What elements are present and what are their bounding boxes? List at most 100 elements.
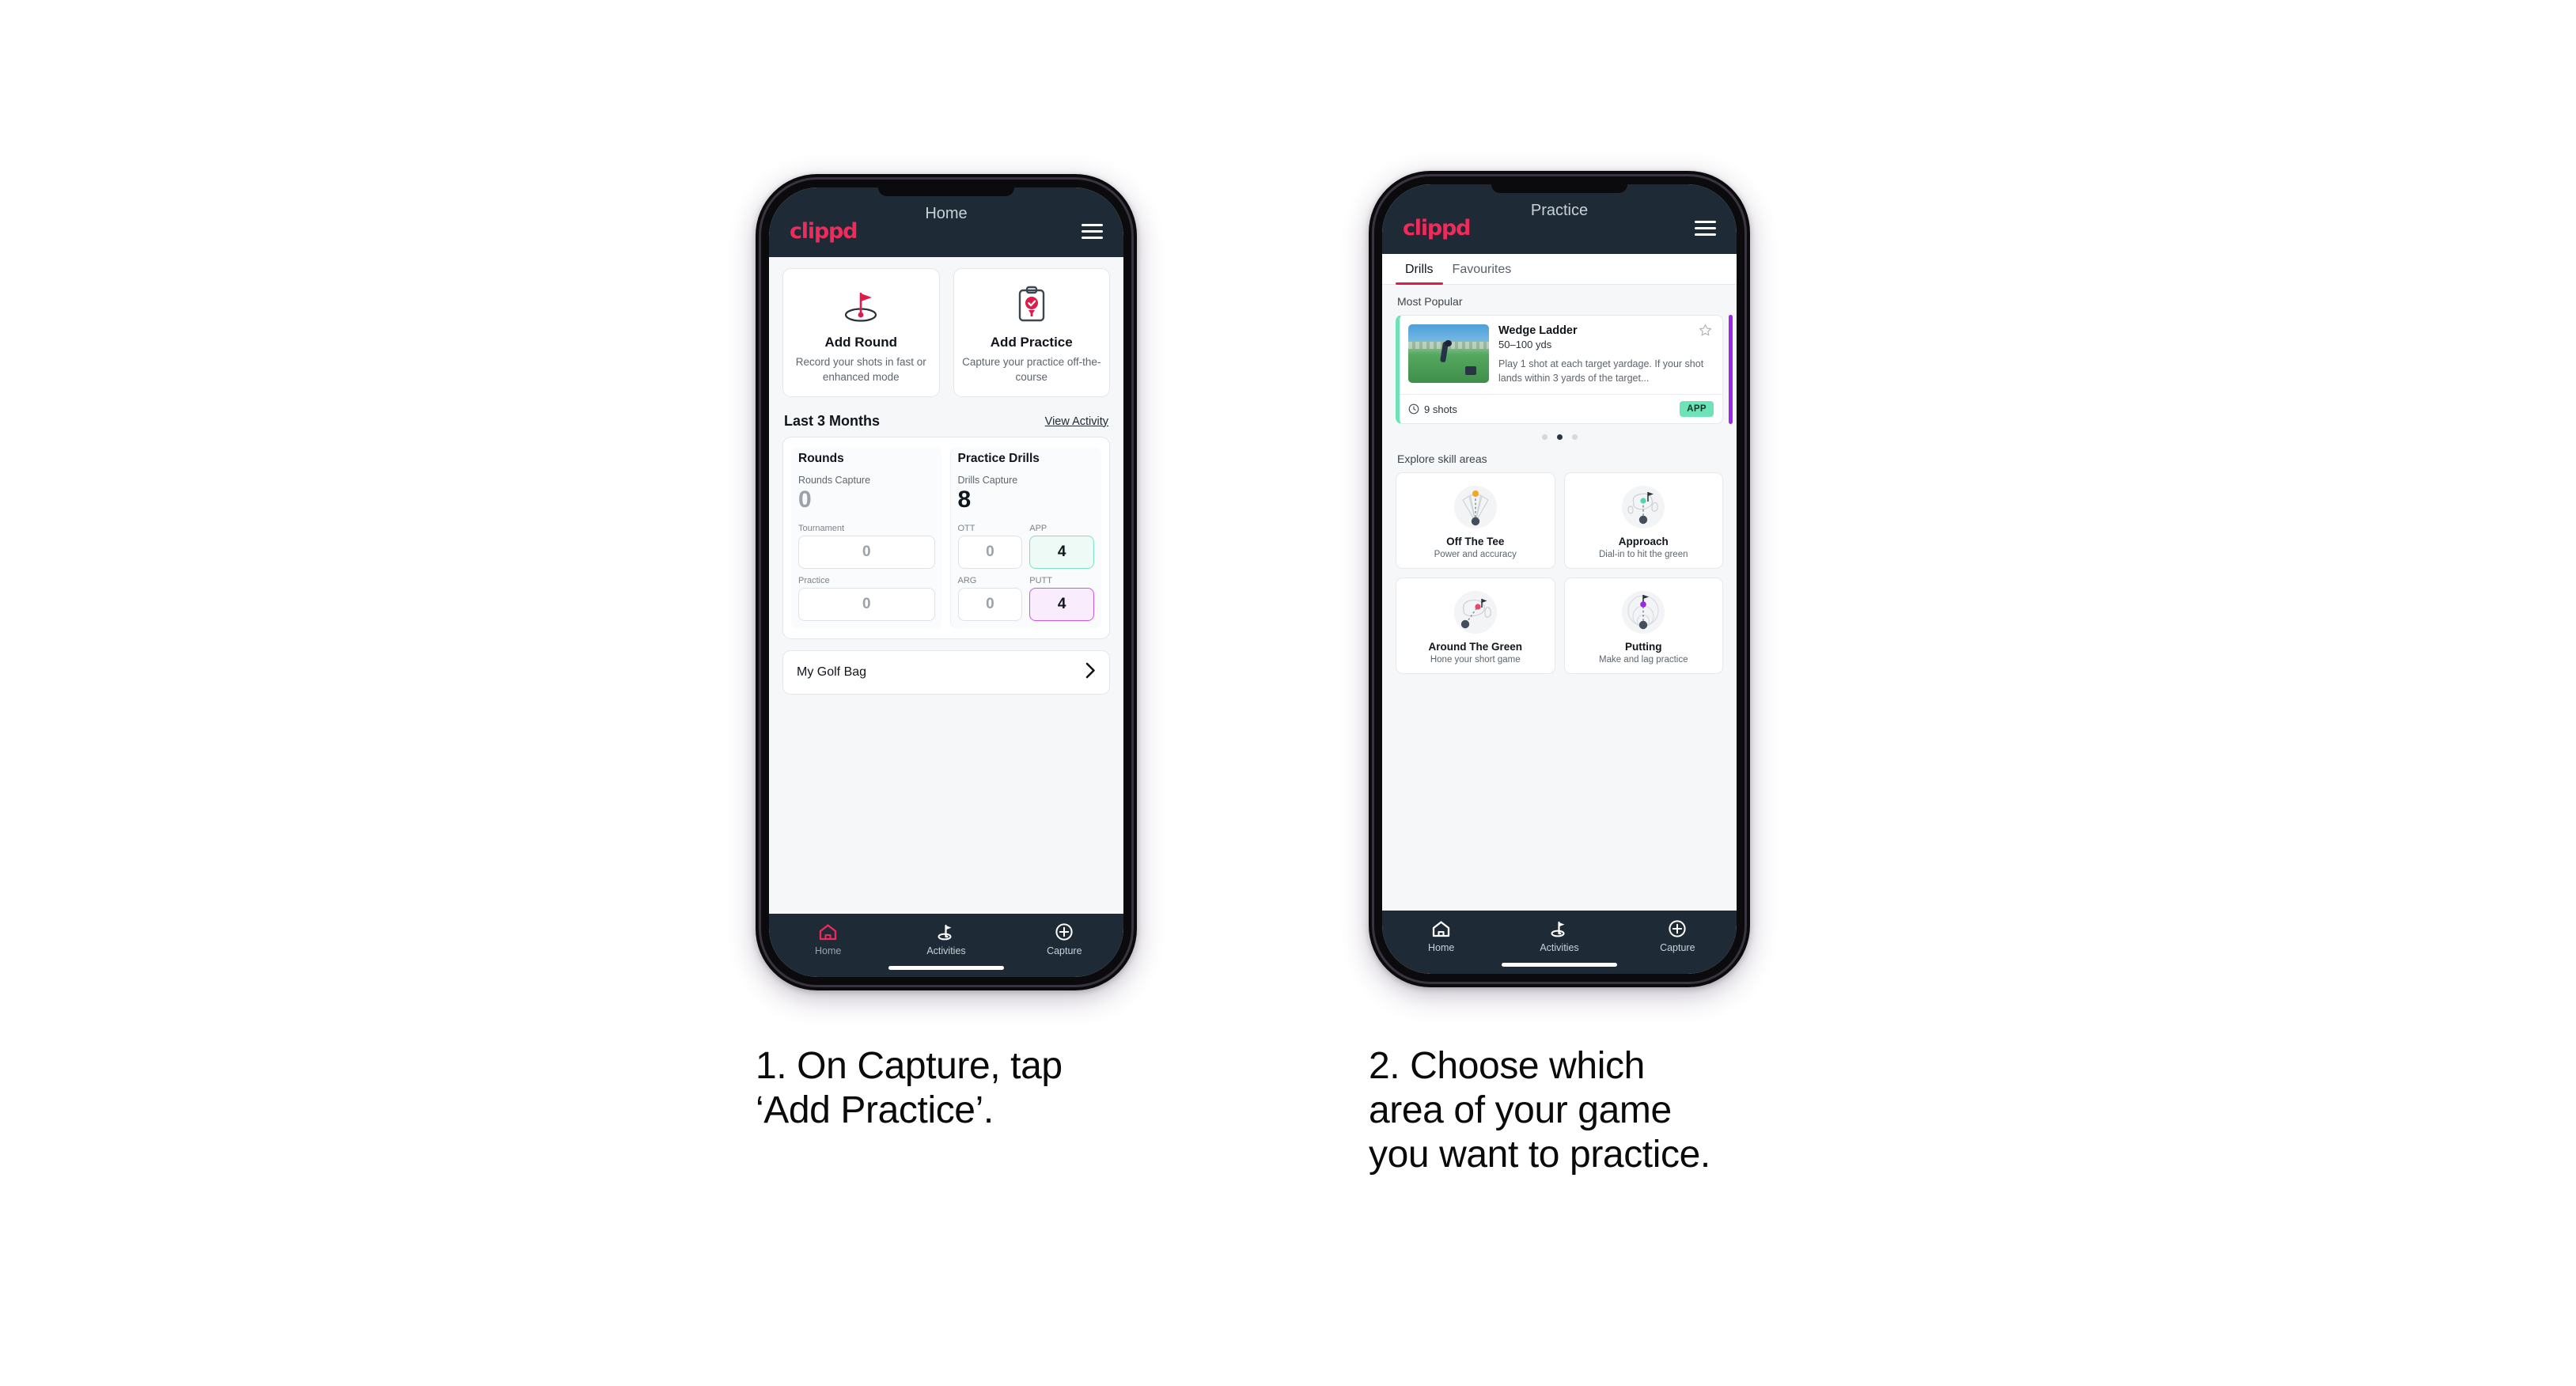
hamburger-icon[interactable] — [1695, 220, 1716, 236]
nav-home[interactable]: Home — [769, 922, 887, 956]
nav-capture-label: Capture — [1047, 945, 1082, 956]
home-icon — [1382, 919, 1500, 938]
home-icon — [769, 922, 887, 941]
add-practice-title: Add Practice — [990, 335, 1073, 350]
tee-shot-fan-icon — [1403, 481, 1548, 533]
rounds-column: Rounds Rounds Capture 0 Tournament 0 Pra… — [791, 447, 942, 629]
tile-putt[interactable]: PUTT 4 — [1029, 576, 1094, 621]
nav-home-label: Home — [814, 945, 842, 956]
hamburger-icon[interactable] — [1082, 223, 1103, 239]
golf-flag-icon — [1500, 919, 1618, 938]
drill-carousel: Wedge Ladder 50–100 yds Play 1 shot at e… — [1382, 315, 1737, 425]
drills-capture-label: Drills Capture — [957, 475, 1018, 487]
phone1-appbar: clippd Home — [769, 187, 1123, 257]
tab-favourites[interactable]: Favourites — [1443, 254, 1521, 284]
my-golf-bag-label: My Golf Bag — [797, 665, 867, 679]
phone-mockup-home: clippd Home Add Round Record your shots … — [756, 174, 1137, 990]
nav-activities-label: Activities — [926, 945, 966, 956]
tile-tournament[interactable]: Tournament 0 — [798, 524, 935, 569]
phone1-bottom-nav: Home Activities Capture — [769, 914, 1123, 977]
practice-drills-column: Practice Drills Drills Capture 8 OTT 0 A… — [949, 447, 1101, 629]
most-popular-label: Most Popular — [1397, 295, 1463, 308]
clippd-logo: clippd — [1403, 215, 1472, 240]
my-golf-bag-row[interactable]: My Golf Bag — [782, 649, 1110, 695]
add-round-title: Add Round — [824, 335, 898, 350]
carousel-dot-2[interactable] — [1556, 434, 1563, 441]
drill-title: Wedge Ladder — [1498, 324, 1578, 337]
carousel-dot-3[interactable] — [1571, 434, 1578, 441]
nav-home[interactable]: Home — [1382, 919, 1500, 953]
add-practice-sub: Capture your practice off-the-course — [962, 356, 1101, 383]
tile-practice-label: Practice — [798, 575, 830, 585]
drill-yardage: 50–100 yds — [1498, 339, 1552, 350]
clippd-logo: clippd — [790, 218, 858, 244]
star-outline-icon[interactable] — [1699, 324, 1712, 341]
section-title: Last 3 Months — [784, 413, 881, 430]
add-practice-card[interactable]: Add Practice Capture your practice off-t… — [953, 268, 1110, 398]
putting-rings-icon — [1571, 586, 1717, 638]
phone2-screen: clippd Practice Drills Favourites Most P… — [1382, 184, 1737, 974]
tile-tournament-value: 0 — [798, 535, 935, 569]
rounds-header: Rounds — [798, 452, 844, 466]
drill-shots-label: 9 shots — [1424, 403, 1457, 415]
poster-canvas: clippd Home Add Round Record your shots … — [0, 0, 2576, 1386]
drill-category-badge: APP — [1680, 401, 1714, 418]
tab-drills[interactable]: Drills — [1396, 254, 1443, 285]
phone2-bottom-nav: Home Activities Capture — [1382, 911, 1737, 974]
rounds-capture-value: 0 — [798, 487, 812, 513]
skill-title: Around The Green — [1428, 641, 1522, 653]
nav-activities[interactable]: Activities — [887, 922, 1005, 956]
add-round-sub: Record your shots in fast or enhanced mo… — [795, 356, 926, 383]
skill-sub: Dial-in to hit the green — [1598, 550, 1688, 560]
plus-circle-icon — [1006, 922, 1123, 941]
carousel-dots — [1382, 424, 1737, 442]
drill-card-wedge-ladder[interactable]: Wedge Ladder 50–100 yds Play 1 shot at e… — [1396, 315, 1723, 425]
skill-areas-grid: Off The Tee Power and accuracy Approach … — [1382, 472, 1737, 684]
rounds-tiles: Tournament 0 Practice 0 — [798, 524, 935, 621]
tile-ott-value: 0 — [957, 535, 1023, 569]
tile-arg[interactable]: ARG 0 — [957, 575, 1023, 621]
tile-app[interactable]: APP 4 — [1029, 524, 1094, 569]
golf-flag-hole-icon — [791, 284, 931, 325]
home-indicator — [1502, 963, 1617, 967]
drill-description: Play 1 shot at each target yardage. If y… — [1498, 358, 1704, 384]
drill-thumbnail — [1408, 324, 1489, 383]
tile-practice-value: 0 — [798, 587, 935, 621]
clock-icon — [1408, 403, 1419, 415]
chevron-right-icon — [1085, 662, 1096, 683]
tile-ott[interactable]: OTT 0 — [957, 524, 1023, 569]
view-activity-link[interactable]: View Activity — [1045, 415, 1108, 428]
phone-mockup-practice: clippd Practice Drills Favourites Most P… — [1369, 171, 1750, 987]
add-round-card[interactable]: Add Round Record your shots in fast or e… — [782, 268, 940, 398]
skill-sub: Hone your short game — [1430, 655, 1521, 665]
caption-step-1: 1. On Capture, tap ‘Add Practice’. — [756, 1045, 1063, 1132]
practice-tabs: Drills Favourites — [1382, 254, 1737, 285]
skill-title: Off The Tee — [1446, 536, 1505, 548]
skill-sub: Power and accuracy — [1434, 550, 1517, 560]
drills-capture-value: 8 — [957, 487, 972, 513]
caption-step-2: 2. Choose which area of your game you wa… — [1369, 1045, 1710, 1176]
skill-card-around-the-green[interactable]: Around The Green Hone your short game — [1396, 578, 1555, 675]
skill-card-off-the-tee[interactable]: Off The Tee Power and accuracy — [1396, 472, 1555, 570]
phone2-content: Most Popular Wedge Ladder 50–100 yds Pla… — [1382, 285, 1737, 911]
nav-capture[interactable]: Capture — [1619, 919, 1737, 953]
phone1-content: Add Round Record your shots in fast or e… — [769, 257, 1123, 914]
nav-capture[interactable]: Capture — [1006, 922, 1123, 956]
tile-app-value: 4 — [1029, 535, 1094, 569]
tile-arg-label: ARG — [957, 575, 977, 585]
skill-card-putting[interactable]: Putting Make and lag practice — [1563, 578, 1723, 675]
skill-card-approach[interactable]: Approach Dial-in to hit the green — [1563, 472, 1723, 570]
tile-practice[interactable]: Practice 0 — [798, 576, 935, 621]
carousel-dot-1[interactable] — [1541, 434, 1547, 441]
next-drill-accent-strip — [1729, 315, 1733, 425]
nav-activities[interactable]: Activities — [1500, 919, 1618, 953]
drill-shots: 9 shots — [1408, 403, 1457, 415]
explore-skill-areas-label: Explore skill areas — [1397, 453, 1487, 466]
drills-header: Practice Drills — [957, 452, 1040, 466]
golf-flag-icon — [887, 922, 1005, 941]
home-indicator — [888, 966, 1004, 970]
plus-circle-icon — [1619, 919, 1737, 938]
tile-app-label: APP — [1029, 523, 1047, 533]
tile-putt-value: 4 — [1029, 587, 1094, 621]
tile-arg-value: 0 — [957, 587, 1023, 621]
